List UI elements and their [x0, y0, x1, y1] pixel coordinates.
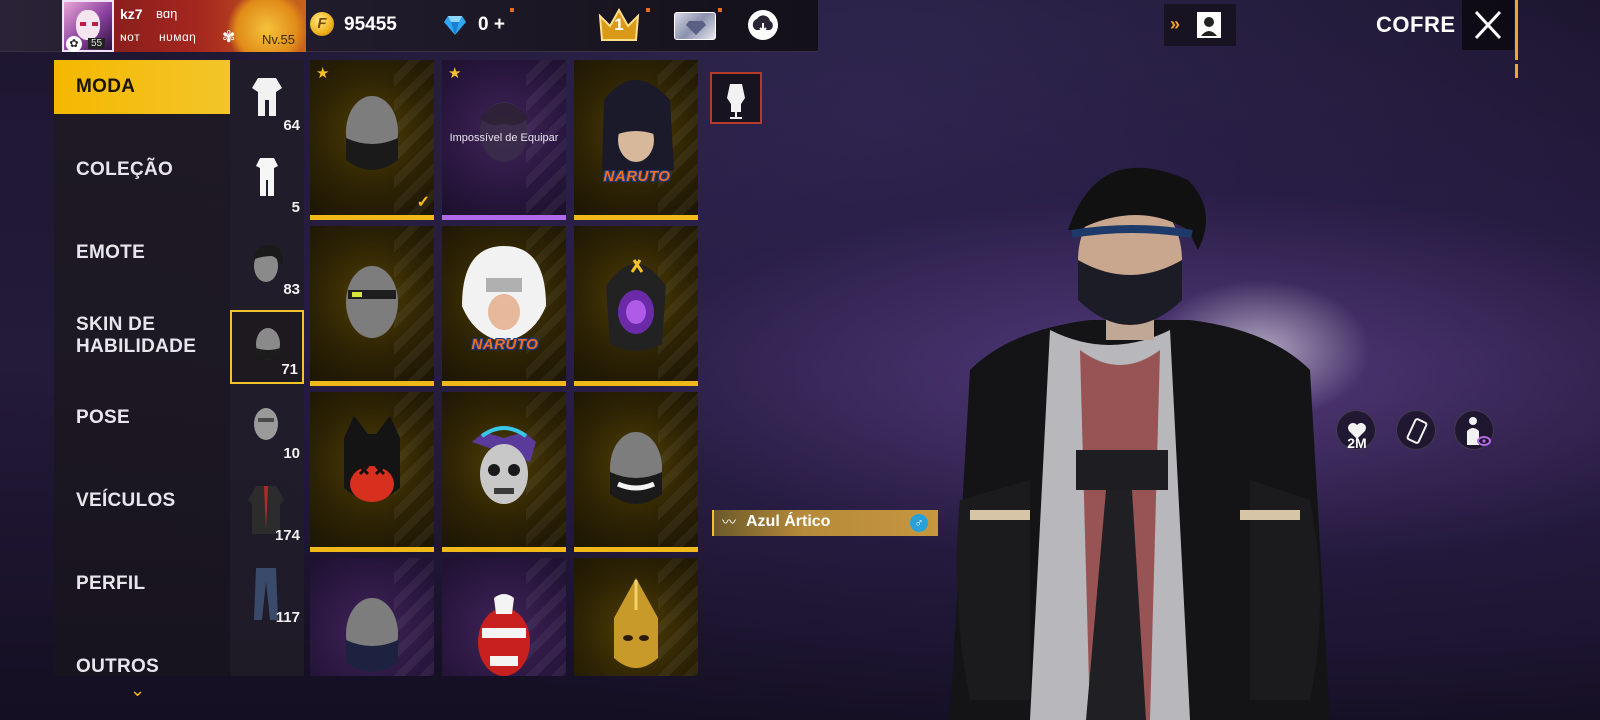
elite-pass-card[interactable]	[674, 12, 716, 40]
item-card-unavailable[interactable]: ★ Impossível de Equipar	[442, 60, 566, 220]
category-mask[interactable]: 71	[230, 310, 304, 384]
notification-dot	[510, 8, 514, 12]
item-grid: ★ ✓ ★ Impossível de Equipar NARUTO NARUT…	[310, 60, 700, 676]
madara-hair-icon	[602, 80, 674, 174]
category-count: 10	[283, 445, 300, 462]
navy-mask-icon	[346, 598, 398, 672]
naruto-logo: NARUTO	[471, 336, 539, 353]
portrait-icon	[1197, 12, 1221, 38]
purple-hood-icon	[606, 259, 666, 351]
item-card[interactable]	[310, 226, 434, 386]
menu-item-emote[interactable]: EMOTE	[54, 226, 230, 280]
rotate-view-button[interactable]	[1396, 410, 1436, 450]
rank-number: 1	[614, 15, 624, 34]
item-card[interactable]	[574, 392, 698, 552]
jiraiya-hair-icon	[462, 246, 546, 342]
player-level: Nv.55	[262, 32, 295, 47]
category-count: 174	[274, 527, 300, 544]
item-card[interactable]: NARUTO	[442, 226, 566, 386]
avatar[interactable]: ✿ 55	[62, 0, 114, 52]
category-column: 64 5 83 71 10 174 117	[230, 60, 304, 676]
item-card[interactable]	[442, 558, 566, 676]
flower-icon: ✾	[222, 29, 236, 46]
male-gender-icon: ♂	[910, 514, 928, 532]
diamond-value: 0	[478, 14, 489, 35]
gold-coin-icon: F	[310, 12, 334, 36]
category-hair[interactable]: 83	[230, 228, 304, 302]
menu-item-skin-de-habilidade[interactable]: SKIN DE HABILIDADE	[54, 309, 196, 363]
category-jumpsuit[interactable]: 5	[230, 146, 304, 220]
likes-button[interactable]: 2M	[1336, 410, 1376, 451]
panda-icon: ✿	[66, 36, 82, 52]
category-full-outfit[interactable]: 64	[230, 64, 304, 138]
jumpsuit-icon	[256, 158, 278, 196]
item-card[interactable]	[574, 226, 698, 386]
outfit-name: Azul Ártico	[746, 513, 831, 530]
gold-coin-count: 95455	[344, 14, 397, 35]
mannequin-icon	[727, 84, 745, 119]
category-count: 117	[275, 609, 300, 626]
close-button[interactable]	[1462, 0, 1514, 50]
category-count: 64	[283, 117, 300, 134]
chevron-down-icon[interactable]: ⌄	[130, 680, 145, 701]
diamond-count[interactable]: 0 +	[478, 14, 505, 36]
close-icon	[1474, 10, 1502, 40]
skull-cyber-mask-icon	[472, 426, 536, 504]
equipped-check-icon: ✓	[416, 194, 430, 211]
gray-ninja-mask-icon	[346, 96, 398, 170]
menu-item-colecao[interactable]: COLEÇÃO	[54, 143, 230, 197]
category-count: 5	[291, 199, 300, 216]
player-tag: ʙɑη	[156, 6, 178, 21]
unavailable-note: Impossível de Equipar	[449, 132, 559, 144]
menu-item-perfil[interactable]: PERFIL	[54, 557, 230, 611]
golden-helmet-icon	[614, 578, 658, 668]
outfit-name-plate[interactable]: 〰 Azul Ártico ♂	[712, 510, 938, 536]
diamond-icon	[444, 16, 466, 35]
cat-ear-mask-icon	[344, 416, 400, 502]
visor-mask-icon	[346, 266, 398, 338]
side-menu: MODA COLEÇÃO EMOTE SKIN DE HABILIDADE PO…	[54, 60, 230, 677]
rotate-phone-icon	[1406, 418, 1428, 444]
character-model	[950, 167, 1370, 720]
diamond-plus: +	[493, 14, 505, 35]
cloud-download-icon[interactable]	[748, 10, 778, 40]
category-head-mask[interactable]: 10	[230, 392, 304, 466]
item-card[interactable]: NARUTO	[574, 60, 698, 220]
decor-strip	[1515, 0, 1518, 78]
likes-count: 2M	[1347, 435, 1367, 451]
white-mouth-mask-icon	[610, 432, 662, 504]
bird-icon: 〰	[722, 514, 736, 530]
category-count: 71	[281, 361, 298, 378]
gallery-button[interactable]: »	[1164, 4, 1236, 46]
category-count: 83	[283, 281, 300, 298]
item-card[interactable]: ★ ✓	[310, 60, 434, 220]
item-card[interactable]	[574, 558, 698, 676]
person-eye-icon	[1467, 417, 1491, 446]
menu-item-veiculos[interactable]: VEÍCULOS	[54, 474, 230, 528]
red-demon-mask-icon	[478, 594, 530, 676]
category-top[interactable]: 174	[230, 474, 304, 548]
wardrobe-button[interactable]	[710, 72, 762, 124]
item-card[interactable]	[310, 392, 434, 552]
player-clan-suffix: нυмɑη	[159, 30, 197, 44]
item-card[interactable]	[310, 558, 434, 676]
menu-item-pose[interactable]: POSE	[54, 391, 230, 445]
menu-item-moda[interactable]: MODA	[54, 60, 230, 114]
full-outfit-icon	[252, 78, 282, 116]
preview-character-button[interactable]	[1454, 410, 1494, 450]
player-clan: ɴoт	[120, 30, 141, 44]
notification-dot	[718, 8, 722, 12]
double-chevron-icon: »	[1170, 14, 1181, 34]
player-card[interactable]: ✿ 55 kz7 ʙɑη ɴoт нυмɑη ✾ Nv.55	[62, 0, 306, 52]
naruto-logo: NARUTO	[603, 168, 671, 185]
category-pants[interactable]: 117	[230, 556, 304, 630]
rank-badge[interactable]: 1	[598, 6, 640, 44]
top-bar: ✿ 55 kz7 ʙɑη ɴoт нυмɑη ✾ Nv.55 F 95455 0…	[0, 0, 818, 52]
player-name: kz7	[120, 6, 143, 22]
item-card[interactable]	[442, 392, 566, 552]
avatar-level-badge: 55	[88, 38, 106, 49]
pass-diamond-icon	[686, 21, 706, 35]
notification-dot	[646, 8, 650, 12]
page-title: COFRE	[1376, 12, 1456, 37]
